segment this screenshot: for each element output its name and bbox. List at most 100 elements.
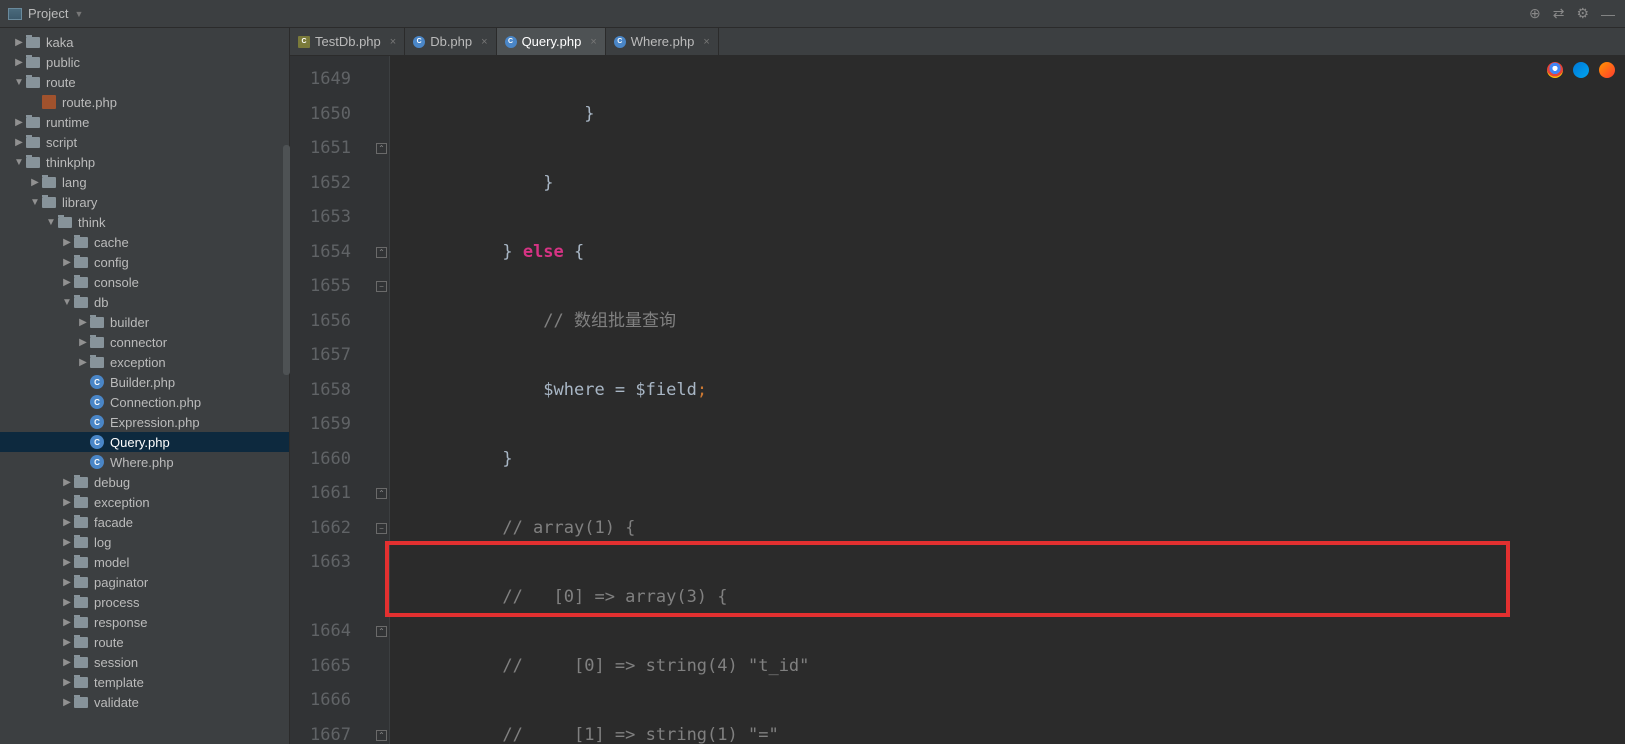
tree-item-label: cache — [94, 235, 129, 250]
tree-item-exception[interactable]: ▶exception — [0, 492, 289, 512]
close-icon[interactable]: × — [390, 36, 396, 48]
target-icon[interactable]: ⊕ — [1529, 5, 1541, 22]
sidebar-scrollbar[interactable] — [283, 145, 290, 375]
tree-item-route[interactable]: ▼route — [0, 72, 289, 92]
chevron-right-icon[interactable]: ▶ — [62, 517, 72, 528]
tree-item-expression-php[interactable]: ▶CExpression.php — [0, 412, 289, 432]
tree-item-public[interactable]: ▶ public — [0, 52, 289, 72]
collapse-icon[interactable]: — — [1601, 6, 1615, 22]
tree-item-label: Expression.php — [110, 415, 200, 430]
tree-item-query-php[interactable]: ▶CQuery.php — [0, 432, 289, 452]
tree-item-model[interactable]: ▶ model — [0, 552, 289, 572]
project-dropdown[interactable]: Project ▼ — [0, 6, 91, 21]
gear-icon[interactable]: ⚙ — [1576, 5, 1589, 22]
tree-item-label: public — [46, 55, 80, 70]
tree-item-template[interactable]: ▶template — [0, 672, 289, 692]
chevron-right-icon[interactable]: ▶ — [62, 677, 72, 688]
chevron-right-icon[interactable]: ▶ — [62, 637, 72, 648]
tree-item-process[interactable]: ▶process — [0, 592, 289, 612]
php-file-icon: C — [614, 36, 626, 48]
tree-item-builder[interactable]: ▶builder — [0, 312, 289, 332]
tree-item-label: facade — [94, 515, 133, 530]
tree-item-route-php[interactable]: ▶route.php — [0, 92, 289, 112]
chevron-right-icon[interactable]: ▶ — [78, 317, 88, 328]
chevron-down-icon[interactable]: ▼ — [14, 77, 24, 88]
fold-marker[interactable]: ⌃ — [376, 143, 387, 154]
tree-item-think[interactable]: ▼think — [0, 212, 289, 232]
chevron-down-icon[interactable]: ▼ — [14, 157, 24, 168]
chevron-right-icon[interactable]: ▶ — [62, 657, 72, 668]
tree-item-thinkphp[interactable]: ▼thinkphp — [0, 152, 289, 172]
fold-marker[interactable]: ⌃ — [376, 247, 387, 258]
code-editor[interactable]: } } } else { // 数组批量查询 $where = $field; … — [390, 56, 1625, 744]
tab-testdb-php[interactable]: CTestDb.php× — [290, 28, 405, 55]
tree-item-facade[interactable]: ▶ facade — [0, 512, 289, 532]
tree-item-config[interactable]: ▶config — [0, 252, 289, 272]
tab-db-php[interactable]: CDb.php× — [405, 28, 496, 55]
tree-item-log[interactable]: ▶log — [0, 532, 289, 552]
tree-item-where-php[interactable]: ▶CWhere.php — [0, 452, 289, 472]
tree-item-console[interactable]: ▶console — [0, 272, 289, 292]
chevron-down-icon[interactable]: ▼ — [46, 217, 56, 228]
chevron-right-icon[interactable]: ▶ — [14, 117, 24, 128]
chevron-right-icon[interactable]: ▶ — [62, 257, 72, 268]
chevron-right-icon[interactable]: ▶ — [62, 617, 72, 628]
chevron-right-icon[interactable]: ▶ — [14, 137, 24, 148]
tree-item-connector[interactable]: ▶connector — [0, 332, 289, 352]
chevron-right-icon[interactable]: ▶ — [14, 37, 24, 48]
tree-item-kaka[interactable]: ▶kaka — [0, 32, 289, 52]
folder-icon — [74, 617, 88, 628]
tree-item-exception[interactable]: ▶exception — [0, 352, 289, 372]
chevron-right-icon[interactable]: ▶ — [62, 557, 72, 568]
chevron-right-icon[interactable]: ▶ — [62, 497, 72, 508]
chevron-down-icon[interactable]: ▼ — [30, 197, 40, 208]
tree-item-library[interactable]: ▼library — [0, 192, 289, 212]
fold-marker[interactable]: ⌃ — [376, 488, 387, 499]
tree-item-script[interactable]: ▶ script — [0, 132, 289, 152]
chevron-right-icon[interactable]: ▶ — [62, 477, 72, 488]
chevron-right-icon[interactable]: ▶ — [78, 337, 88, 348]
line-number: 1657 — [290, 338, 389, 373]
project-tree-sidebar[interactable]: ▶kaka▶public▼route▶route.php▶runtime▶scr… — [0, 28, 290, 744]
tree-item-label: script — [46, 135, 77, 150]
chevron-right-icon[interactable]: ▶ — [62, 537, 72, 548]
chevron-right-icon[interactable]: ▶ — [62, 577, 72, 588]
close-icon[interactable]: × — [481, 36, 487, 48]
chevron-right-icon[interactable]: ▶ — [78, 357, 88, 368]
line-number: 1651 — [290, 131, 389, 166]
chevron-right-icon[interactable]: ▶ — [14, 57, 24, 68]
tree-item-db[interactable]: ▼db — [0, 292, 289, 312]
chevron-right-icon[interactable]: ▶ — [62, 597, 72, 608]
tree-item-builder-php[interactable]: ▶CBuilder.php — [0, 372, 289, 392]
tree-item-paginator[interactable]: ▶paginator — [0, 572, 289, 592]
folder-icon — [74, 557, 88, 568]
tree-item-response[interactable]: ▶response — [0, 612, 289, 632]
chevron-right-icon[interactable]: ▶ — [62, 697, 72, 708]
tree-item-cache[interactable]: ▶ cache — [0, 232, 289, 252]
tree-item-debug[interactable]: ▶debug — [0, 472, 289, 492]
tree-item-validate[interactable]: ▶validate — [0, 692, 289, 712]
fold-marker[interactable]: ⌃ — [376, 730, 387, 741]
fold-marker[interactable]: ⌃ — [376, 626, 387, 637]
chevron-right-icon[interactable]: ▶ — [30, 177, 40, 188]
fold-marker[interactable]: − — [376, 523, 387, 534]
tab-label: Where.php — [631, 34, 695, 49]
close-icon[interactable]: × — [703, 36, 709, 48]
chevron-right-icon[interactable]: ▶ — [62, 277, 72, 288]
close-icon[interactable]: × — [590, 36, 596, 48]
folder-icon — [74, 577, 88, 588]
tree-item-label: model — [94, 555, 129, 570]
chevron-down-icon[interactable]: ▼ — [62, 297, 72, 308]
fold-marker[interactable]: − — [376, 281, 387, 292]
tree-item-route[interactable]: ▶route — [0, 632, 289, 652]
folder-icon — [26, 157, 40, 168]
line-number — [290, 580, 389, 615]
chevron-right-icon[interactable]: ▶ — [62, 237, 72, 248]
tree-item-runtime[interactable]: ▶runtime — [0, 112, 289, 132]
tree-item-session[interactable]: ▶session — [0, 652, 289, 672]
tab-query-php[interactable]: CQuery.php× — [497, 28, 606, 55]
settings-slider-icon[interactable]: ⇄ — [1553, 5, 1565, 22]
tree-item-connection-php[interactable]: ▶CConnection.php — [0, 392, 289, 412]
tab-where-php[interactable]: C Where.php × — [606, 28, 719, 55]
tree-item-lang[interactable]: ▶lang — [0, 172, 289, 192]
